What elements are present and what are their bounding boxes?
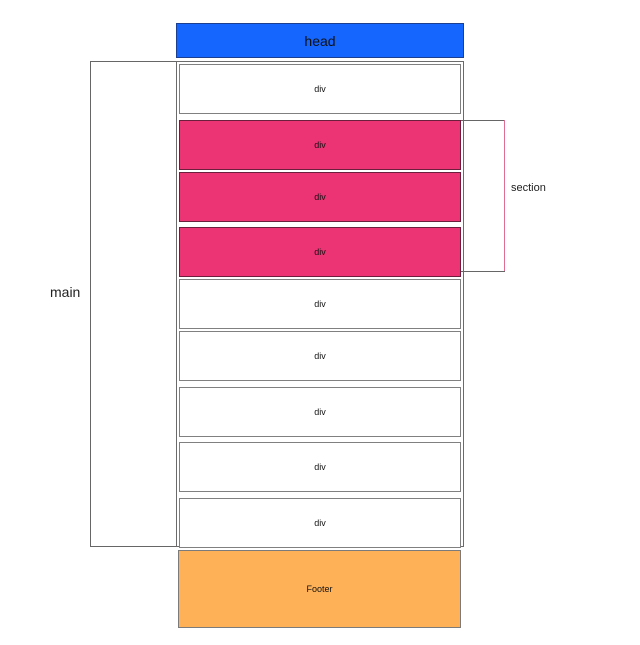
div-label-5: div — [314, 299, 326, 309]
head-label: head — [304, 32, 336, 49]
section-div-label-3: div — [314, 247, 326, 257]
div-block-1: div — [179, 64, 461, 114]
section-div-block-2: div — [179, 172, 461, 222]
div-label-9: div — [314, 518, 326, 528]
div-block-9: div — [179, 498, 461, 548]
section-label: section — [511, 182, 546, 194]
head-block: head — [176, 23, 464, 58]
div-block-6: div — [179, 331, 461, 381]
div-block-5: div — [179, 279, 461, 329]
section-bracket-bottom — [461, 271, 505, 272]
main-label: main — [50, 284, 81, 300]
section-div-block-1: div — [179, 120, 461, 170]
main-bracket-left — [90, 61, 91, 547]
div-block-7: div — [179, 387, 461, 437]
div-block-8: div — [179, 442, 461, 492]
section-div-block-3: div — [179, 227, 461, 277]
section-bracket-right — [504, 120, 505, 272]
section-div-label-2: div — [314, 192, 326, 202]
footer-label: Footer — [306, 584, 333, 594]
footer-block: Footer — [178, 550, 461, 628]
div-label-7: div — [314, 407, 326, 417]
div-label-6: div — [314, 351, 326, 361]
section-div-label-1: div — [314, 140, 326, 150]
div-label-1: div — [314, 84, 326, 94]
main-bracket-top — [90, 61, 176, 62]
main-container: div div div div div div div div div — [176, 61, 464, 548]
main-bracket-bottom — [90, 546, 176, 547]
div-label-8: div — [314, 462, 326, 472]
section-bracket-top — [461, 120, 505, 121]
